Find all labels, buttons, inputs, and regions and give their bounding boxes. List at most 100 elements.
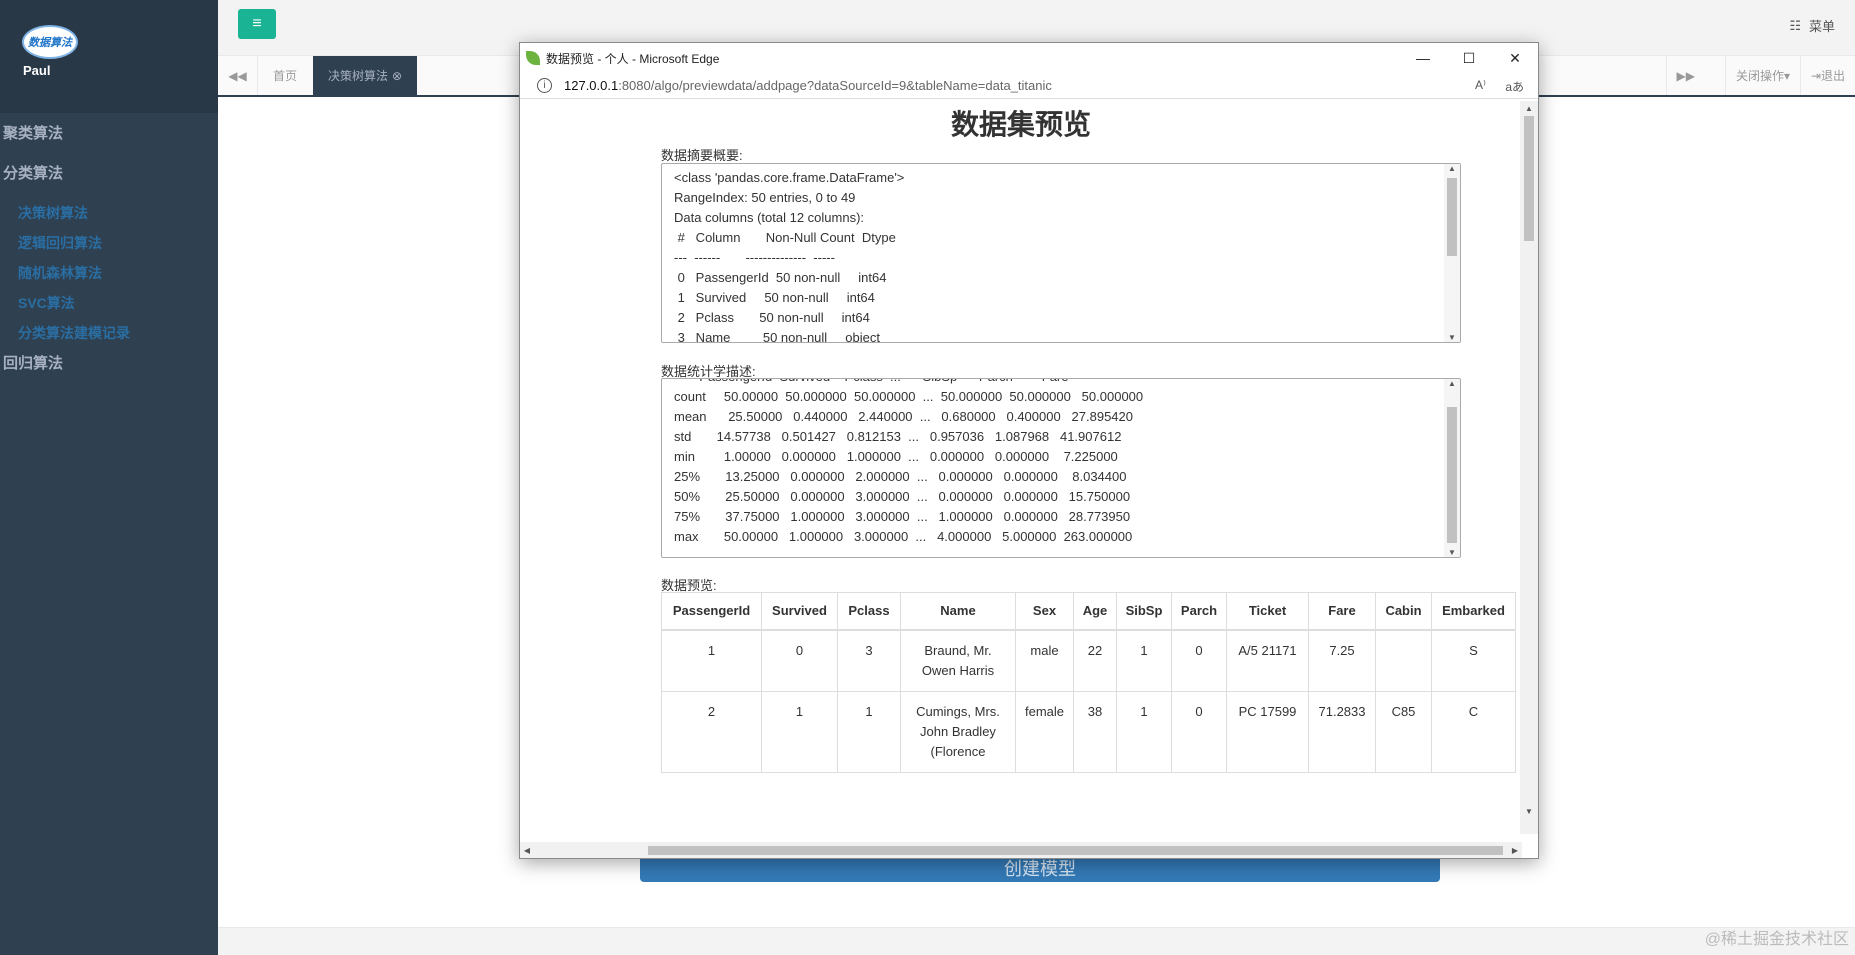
url-path: :8080/algo/previewdata/addpage?dataSourc… [618, 78, 1052, 93]
logout-label: 退出 [1820, 69, 1845, 83]
scroll-thumb[interactable] [1524, 116, 1534, 241]
table-cell [1375, 629, 1432, 692]
watermark: @稀土掘金技术社区 [1704, 931, 1849, 948]
logout-icon: ⇥ [1810, 68, 1821, 83]
read-aloud-icon[interactable]: A⁾ [1475, 78, 1486, 92]
page-title: 数据集预览 [950, 109, 1091, 140]
table-cell: male [1015, 629, 1074, 692]
table-cell: 1 [661, 629, 762, 692]
scroll-thumb[interactable] [648, 846, 1503, 855]
table-cell: 1 [837, 690, 901, 773]
menu-toggle-button[interactable]: ≡ [238, 9, 276, 39]
sidebar-item-logistic-regression[interactable]: 逻辑回归算法 [18, 233, 102, 253]
table-cell: PC 17599 [1226, 690, 1309, 773]
sidebar-item-random-forest[interactable]: 随机森林算法 [18, 263, 102, 283]
table-cell: 7.25 [1308, 629, 1376, 692]
scroll-thumb[interactable] [1447, 178, 1457, 256]
close-circle-icon[interactable]: ⊗ [392, 69, 402, 83]
table-cell: female [1015, 690, 1074, 773]
scroll-left-icon[interactable]: ◀ [520, 842, 534, 858]
close-window-button[interactable]: ✕ [1492, 43, 1538, 73]
preview-popup-window: 数据预览 - 个人 - Microsoft Edge — ☐ ✕ i 127.0… [519, 42, 1539, 859]
column-header: Age [1073, 592, 1117, 631]
tab-scroll-right-button[interactable]: ▶▶ [1665, 56, 1705, 95]
column-header: Survived [761, 592, 838, 631]
page-viewport: 数据集预览 数据摘要概要: <class 'pandas.core.frame.… [520, 101, 1522, 834]
column-header: Embarked [1431, 592, 1516, 631]
spring-leaf-icon [526, 51, 540, 65]
column-header: Fare [1308, 592, 1376, 631]
close-ops-label: 关闭操作 [1735, 69, 1784, 83]
column-header: PassengerId [661, 592, 762, 631]
table-cell: C85 [1375, 690, 1432, 773]
table-cell: Braund, Mr. Owen Harris [900, 629, 1016, 692]
double-left-arrow-icon: ◀◀ [228, 68, 247, 83]
window-title: 数据预览 - 个人 - Microsoft Edge [546, 51, 720, 66]
caret-down-icon: ▾ [1783, 68, 1790, 83]
table-cell: 71.2833 [1308, 690, 1376, 773]
logo: 数据算法 [22, 25, 78, 59]
table-cell: 1 [761, 690, 838, 773]
scroll-right-icon[interactable]: ▶ [1508, 842, 1522, 858]
url-host: 127.0.0.1 [564, 78, 619, 93]
table-header-row: PassengerId Survived Pclass Name Sex Age… [661, 592, 1516, 631]
scroll-up-icon[interactable]: ▲ [1444, 379, 1460, 388]
table-cell: 38 [1073, 690, 1117, 773]
stats-scrollbar[interactable]: ▲ ▼ [1444, 379, 1460, 557]
column-header: Cabin [1375, 592, 1432, 631]
sidebar-group-regression[interactable]: 回归算法 [3, 352, 63, 373]
data-preview-table: PassengerId Survived Pclass Name Sex Age… [661, 592, 1516, 773]
column-header: Ticket [1226, 592, 1309, 631]
stats-text: PassengerId Survived Pclass ... SibSp Pa… [674, 379, 1144, 544]
scroll-down-icon[interactable]: ▼ [1444, 333, 1460, 342]
summary-text: <class 'pandas.core.frame.DataFrame'> Ra… [674, 170, 905, 343]
table-cell: 1 [1116, 629, 1172, 692]
column-header: Parch [1171, 592, 1227, 631]
summary-textarea[interactable]: <class 'pandas.core.frame.DataFrame'> Ra… [661, 163, 1461, 343]
double-right-arrow-icon: ▶▶ [1676, 68, 1695, 83]
scroll-down-icon[interactable]: ▼ [1520, 804, 1538, 818]
summary-scrollbar[interactable]: ▲ ▼ [1444, 164, 1460, 342]
profile-area: 数据算法 Paul [0, 0, 218, 113]
table-cell: C [1431, 690, 1516, 773]
top-right-menu[interactable]: ☷ 菜单 [1789, 16, 1835, 35]
sidebar-item-svc[interactable]: SVC算法 [18, 293, 75, 313]
column-header: Pclass [837, 592, 901, 631]
tab-home[interactable]: 首页 [258, 56, 312, 95]
username[interactable]: Paul [23, 63, 50, 78]
minimize-button[interactable]: — [1400, 43, 1446, 73]
sidebar-item-decision-tree[interactable]: 决策树算法 [18, 203, 88, 223]
maximize-button[interactable]: ☐ [1446, 43, 1492, 73]
minimize-icon: — [1416, 50, 1430, 66]
tab-label: 决策树算法 [328, 69, 389, 83]
address-bar[interactable]: i 127.0.0.1:8080/algo/previewdata/addpag… [520, 73, 1538, 99]
tab-decision-tree[interactable]: 决策树算法 ⊗ [313, 56, 418, 95]
hamburger-icon: ≡ [252, 15, 262, 32]
translate-icon[interactable]: aあ [1505, 78, 1524, 95]
table-row: 1 0 3 Braund, Mr. Owen Harris male 22 1 … [661, 629, 1516, 692]
sidebar-group-clustering[interactable]: 聚类算法 [3, 122, 63, 143]
sidebar-item-model-records[interactable]: 分类算法建模记录 [18, 323, 130, 343]
tab-scroll-left-button[interactable]: ◀◀ [218, 56, 258, 95]
table-row: 2 1 1 Cumings, Mrs. John Bradley (Floren… [661, 690, 1516, 773]
scroll-up-icon[interactable]: ▲ [1520, 101, 1538, 115]
table-cell: S [1431, 629, 1516, 692]
stats-textarea[interactable]: PassengerId Survived Pclass ... SibSp Pa… [661, 378, 1461, 558]
summary-label: 数据摘要概要: [661, 148, 743, 163]
page-vertical-scrollbar[interactable]: ▲ ▼ [1520, 101, 1538, 834]
maximize-icon: ☐ [1462, 49, 1476, 66]
scroll-down-icon[interactable]: ▼ [1444, 548, 1460, 557]
page-horizontal-scrollbar[interactable]: ◀ ▶ [520, 842, 1522, 858]
scroll-up-icon[interactable]: ▲ [1444, 164, 1460, 173]
close-icon: ✕ [1509, 49, 1521, 66]
top-menu-label[interactable]: 菜单 [1809, 16, 1835, 35]
info-icon[interactable]: i [537, 78, 552, 93]
table-cell: Cumings, Mrs. John Bradley (Florence [900, 690, 1016, 773]
scroll-thumb[interactable] [1447, 407, 1457, 543]
table-cell: 0 [1171, 690, 1227, 773]
table-cell: 0 [1171, 629, 1227, 692]
logout-button[interactable]: ⇥ 退出 [1799, 56, 1855, 95]
close-ops-dropdown[interactable]: 关闭操作 ▾ [1724, 56, 1800, 95]
sidebar-group-classification[interactable]: 分类算法 [3, 162, 63, 183]
window-titlebar: 数据预览 - 个人 - Microsoft Edge — ☐ ✕ [520, 43, 1538, 73]
